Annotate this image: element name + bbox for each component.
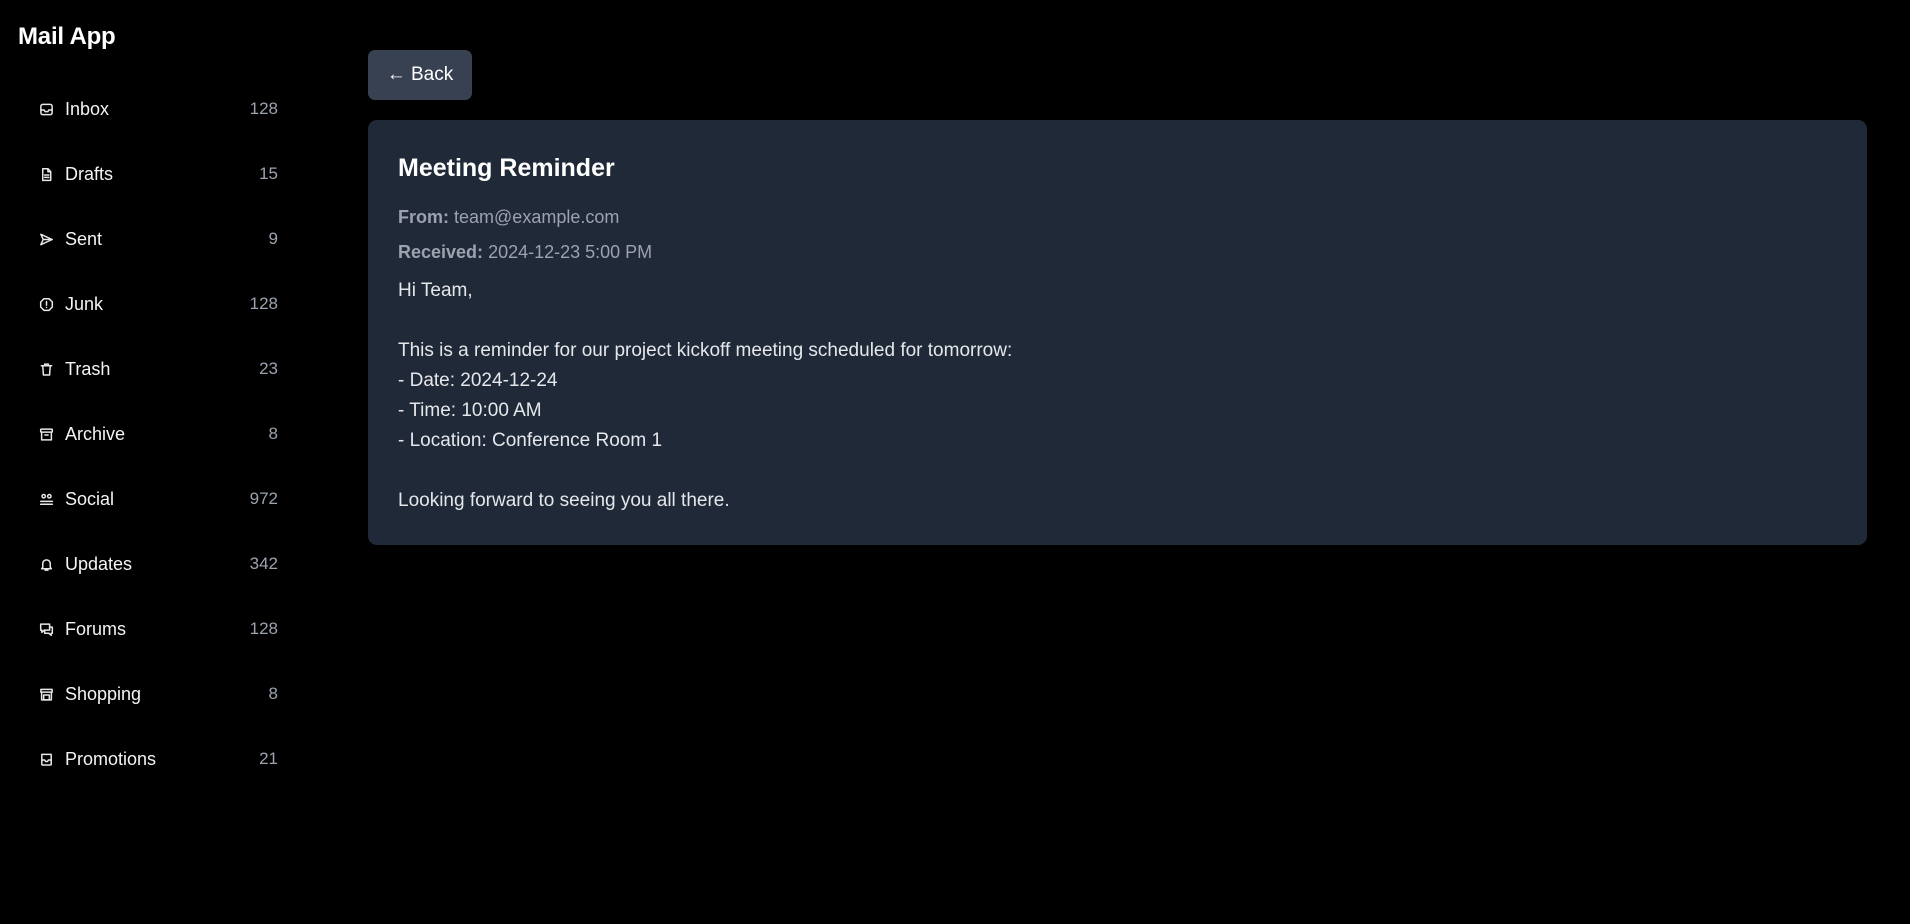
email-body: Hi Team, This is a reminder for our proj… xyxy=(398,276,1798,516)
email-body-line: - Date: 2024-12-24 xyxy=(398,370,558,391)
sidebar-item-count: 23 xyxy=(259,359,278,378)
received-label: Received: xyxy=(398,242,484,262)
sidebar-item-social[interactable]: Social 972 xyxy=(30,477,288,521)
from-value: team@example.com xyxy=(454,207,620,227)
sidebar-item-count: 128 xyxy=(249,619,278,638)
email-from: From: team@example.com xyxy=(398,207,619,228)
sidebar-item-count: 342 xyxy=(249,554,278,573)
sidebar-item-archive[interactable]: Archive 8 xyxy=(30,412,288,456)
email-received: Received: 2024-12-23 5:00 PM xyxy=(398,242,652,263)
store-icon xyxy=(38,686,54,702)
email-body-line: Hi Team, xyxy=(398,280,473,301)
sidebar-item-label: Updates xyxy=(65,553,133,574)
back-button[interactable]: ← Back xyxy=(368,50,472,100)
email-body-line: This is a reminder for our project kicko… xyxy=(398,340,1013,361)
alert-icon xyxy=(38,296,54,312)
sidebar-item-forums[interactable]: Forums 128 xyxy=(30,607,288,651)
sidebar-item-label: Drafts xyxy=(65,163,114,184)
sidebar-item-shopping[interactable]: Shopping 8 xyxy=(30,672,288,716)
email-body-line xyxy=(398,306,1798,336)
sidebar-item-label: Social xyxy=(65,488,115,509)
messages-icon xyxy=(38,621,54,637)
file-icon xyxy=(38,166,54,182)
sidebar-item-label: Promotions xyxy=(65,748,157,769)
sidebar-item-label: Archive xyxy=(65,423,126,444)
sidebar: Mail App Inbox 128 Drafts 15 Sent 9 Junk… xyxy=(0,0,300,924)
sidebar-item-label: Shopping xyxy=(65,683,142,704)
sidebar-item-inbox[interactable]: Inbox 128 xyxy=(30,87,288,131)
sidebar-item-count: 128 xyxy=(249,294,278,313)
sidebar-item-sent[interactable]: Sent 9 xyxy=(30,217,288,261)
sidebar-item-promotions[interactable]: Promotions 21 xyxy=(30,737,288,781)
inbox-icon xyxy=(38,101,54,117)
sidebar-item-trash[interactable]: Trash 23 xyxy=(30,347,288,391)
sidebar-item-label: Inbox xyxy=(65,98,110,119)
archive-icon xyxy=(38,426,54,442)
sidebar-item-junk[interactable]: Junk 128 xyxy=(30,282,288,326)
email-body-line xyxy=(398,456,1798,486)
sidebar-item-drafts[interactable]: Drafts 15 xyxy=(30,152,288,196)
users-icon xyxy=(38,491,54,507)
mail-app: Mail App Inbox 128 Drafts 15 Sent 9 Junk… xyxy=(0,0,1910,924)
bell-icon xyxy=(38,556,54,572)
sidebar-item-label: Forums xyxy=(65,618,127,639)
app-title: Mail App xyxy=(18,23,116,50)
from-label: From: xyxy=(398,207,449,227)
send-icon xyxy=(38,231,54,247)
email-view: Meeting Reminder From: team@example.com … xyxy=(368,120,1867,545)
email-body-line: - Time: 10:00 AM xyxy=(398,400,542,421)
sidebar-item-count: 15 xyxy=(259,164,278,183)
sidebar-item-label: Sent xyxy=(65,228,103,249)
sidebar-item-count: 8 xyxy=(268,424,278,443)
email-subject: Meeting Reminder xyxy=(398,154,615,182)
sidebar-item-count: 21 xyxy=(259,749,278,768)
sidebar-item-updates[interactable]: Updates 342 xyxy=(30,542,288,586)
sidebar-item-count: 8 xyxy=(268,684,278,703)
email-body-line: Looking forward to seeing you all there. xyxy=(398,490,730,511)
trash-icon xyxy=(38,361,54,377)
sidebar-item-count: 128 xyxy=(249,99,278,118)
sidebar-item-count: 972 xyxy=(249,489,278,508)
received-value: 2024-12-23 5:00 PM xyxy=(488,242,653,262)
sidebar-item-label: Trash xyxy=(65,358,111,379)
sidebar-item-count: 9 xyxy=(268,229,278,248)
email-body-line: - Location: Conference Room 1 xyxy=(398,430,663,451)
tag-icon xyxy=(38,751,54,767)
sidebar-item-label: Junk xyxy=(65,293,104,314)
